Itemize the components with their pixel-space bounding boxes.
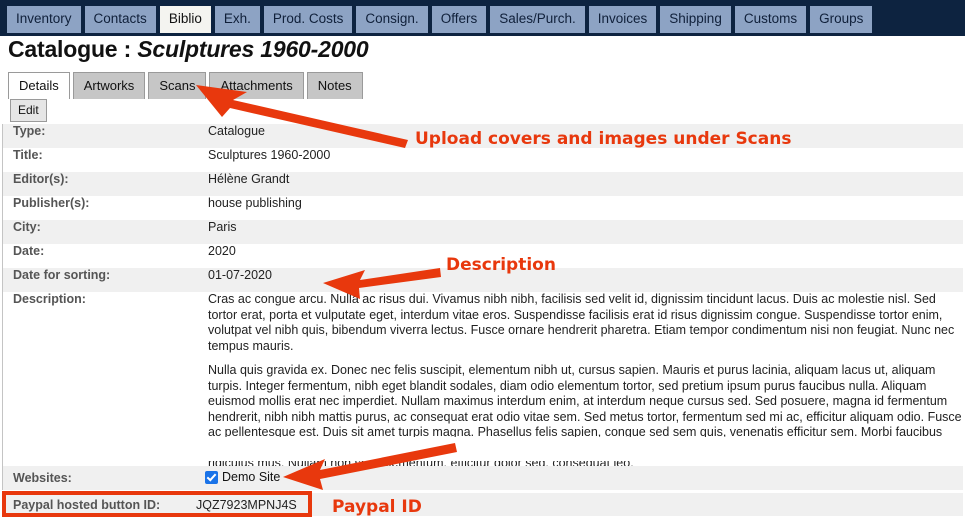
field-value-date-sorting: 01-07-2020 [208, 268, 963, 292]
field-label-date: Date: [2, 244, 208, 268]
table-row: City: Paris [2, 220, 963, 244]
nav-tab-inventory[interactable]: Inventory [7, 6, 81, 33]
table-row: Title: Sculptures 1960-2000 [2, 148, 963, 172]
nav-tab-sales-purch[interactable]: Sales/Purch. [490, 6, 585, 33]
field-value-publishers: house publishing [208, 196, 963, 220]
subtab-scans[interactable]: Scans [148, 72, 207, 99]
subtab-details[interactable]: Details [8, 72, 70, 99]
field-label-city: City: [2, 220, 208, 244]
record-detail-table: Type: Catalogue Title: Sculptures 1960-2… [2, 124, 963, 472]
websites-row: Websites: Demo Site [2, 466, 963, 490]
field-value-date: 2020 [208, 244, 963, 268]
table-row: Editor(s): Hélène Grandt [2, 172, 963, 196]
subtab-notes[interactable]: Notes [306, 72, 363, 99]
field-value-type: Catalogue [208, 124, 963, 148]
field-label-websites: Websites: [13, 471, 72, 485]
nav-tab-shipping[interactable]: Shipping [660, 6, 731, 33]
field-value-city: Paris [208, 220, 963, 244]
nav-tab-customs[interactable]: Customs [734, 6, 807, 33]
nav-tab-groups[interactable]: Groups [810, 6, 873, 33]
field-label-publishers: Publisher(s): [2, 196, 208, 220]
nav-tab-biblio[interactable]: Biblio [159, 6, 211, 33]
field-label-title: Title: [2, 148, 208, 172]
field-label-date-sorting: Date for sorting: [2, 268, 208, 292]
subtab-attachments[interactable]: Attachments [209, 72, 304, 99]
demo-site-label: Demo Site [222, 470, 281, 484]
description-paragraph: Cras ac congue arcu. Nulla ac risus dui.… [208, 292, 955, 353]
field-value-title: Sculptures 1960-2000 [208, 148, 963, 172]
table-row: Date: 2020 [2, 244, 963, 268]
page-title: Catalogue : Sculptures 1960-2000 [8, 36, 369, 63]
edit-button[interactable]: Edit [10, 99, 47, 122]
demo-site-checkbox[interactable] [205, 470, 218, 484]
field-label-paypal: Paypal hosted button ID: [13, 498, 161, 512]
table-row: Date for sorting: 01-07-2020 [2, 268, 963, 292]
nav-tab-invoices[interactable]: Invoices [588, 6, 657, 33]
nav-tab-prod-costs[interactable]: Prod. Costs [263, 6, 353, 33]
table-row: Type: Catalogue [2, 124, 963, 148]
websites-checkbox-group: Demo Site [205, 470, 280, 484]
nav-tab-contacts[interactable]: Contacts [84, 6, 156, 33]
page-title-prefix: Catalogue : [8, 36, 138, 62]
page-title-record: Sculptures 1960-2000 [137, 36, 369, 62]
field-label-type: Type: [2, 124, 208, 148]
field-value-paypal: JQZ7923MPNJ4S [196, 498, 297, 512]
paypal-row: Paypal hosted button ID: JQZ7923MPNJ4S [2, 493, 963, 516]
nav-tab-consign[interactable]: Consign. [356, 6, 428, 33]
record-subtabs: Details Artworks Scans Attachments Notes [8, 72, 363, 99]
table-row: Publisher(s): house publishing [2, 196, 963, 220]
top-navigation-bar: Inventory Contacts Biblio Exh. Prod. Cos… [0, 0, 965, 36]
nav-tab-offers[interactable]: Offers [431, 6, 487, 33]
field-label-editors: Editor(s): [2, 172, 208, 196]
top-navigation-tabs: Inventory Contacts Biblio Exh. Prod. Cos… [0, 0, 965, 33]
subtab-artworks[interactable]: Artworks [72, 72, 146, 99]
table-spacer-row [2, 437, 963, 461]
field-value-editors: Hélène Grandt [208, 172, 963, 196]
nav-tab-exh[interactable]: Exh. [214, 6, 260, 33]
